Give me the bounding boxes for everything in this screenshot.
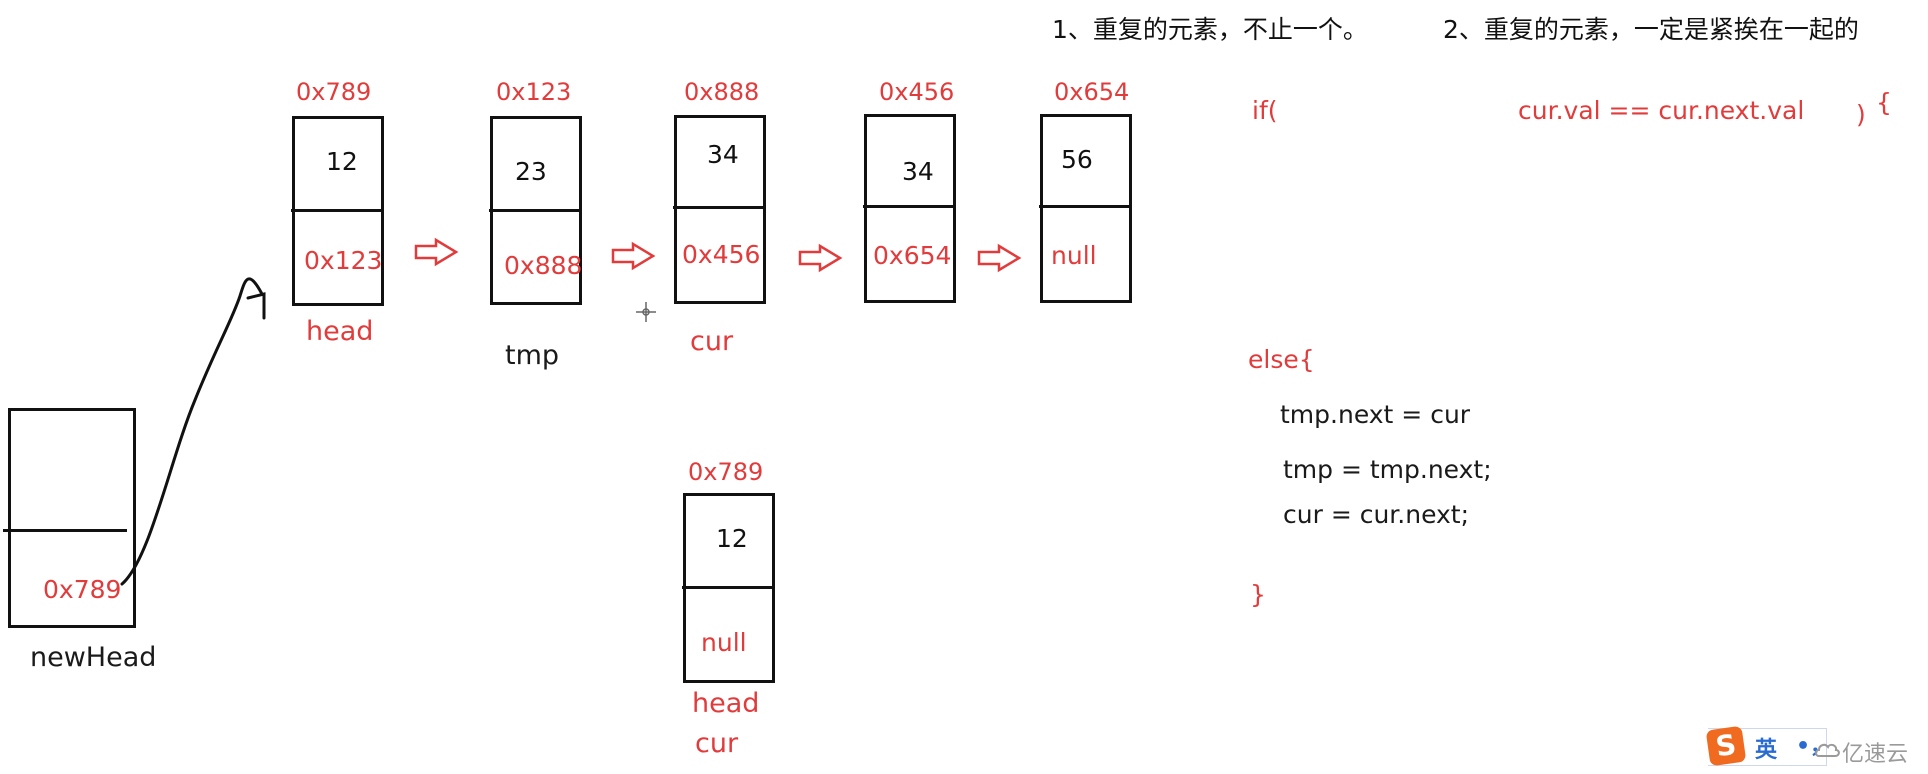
arrow-icon: [414, 237, 459, 267]
hand-drawn-pointer-arrow: [120, 277, 264, 586]
code-if-close: ): [1856, 100, 1866, 129]
code-line: cur = cur.next;: [1283, 500, 1470, 529]
code-line: tmp = tmp.next;: [1283, 455, 1492, 484]
ime-logo-icon[interactable]: S: [1705, 725, 1747, 767]
code-if-brace: {: [1876, 88, 1892, 117]
arrow-icon: [798, 243, 843, 273]
arrow-head-icon: [246, 292, 266, 320]
code-line: tmp.next = cur: [1280, 400, 1471, 429]
ime-mode-toggle[interactable]: 英: [1755, 732, 1777, 764]
code-if-condition: cur.val == cur.next.val: [1518, 96, 1805, 125]
cursor-crosshair-icon: [636, 302, 656, 322]
code-else-close: }: [1250, 580, 1266, 609]
watermark: 亿速云: [1842, 742, 1909, 767]
arrow-icon: [977, 243, 1022, 273]
arrow-icon: [611, 241, 656, 271]
code-else-open: else{: [1248, 345, 1315, 374]
code-if-keyword: if(: [1252, 96, 1278, 125]
cloud-logo-icon: [1815, 743, 1840, 757]
